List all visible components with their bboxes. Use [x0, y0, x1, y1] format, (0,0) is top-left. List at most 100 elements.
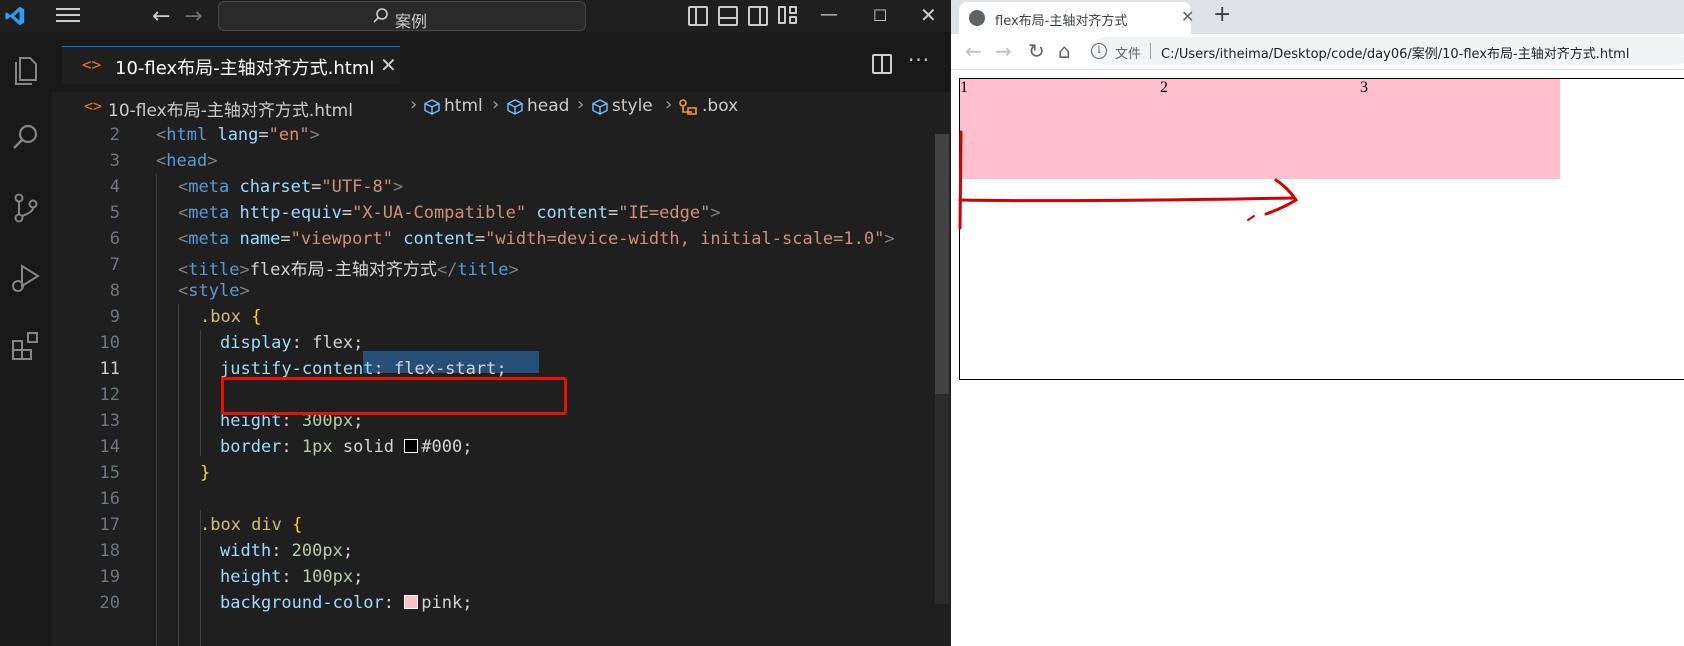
cube-icon — [424, 99, 440, 115]
code-line: 19 height: 100px; — [52, 564, 932, 590]
line-number: 20 — [99, 593, 120, 613]
breadcrumb-head[interactable]: head — [527, 96, 569, 116]
line-number: 2 — [109, 125, 120, 145]
code-line: 10 display: flex; — [52, 330, 932, 356]
code-text: border: 1px solid #000; — [220, 437, 473, 457]
line-number: 8 — [109, 281, 120, 301]
code-line: 7 <title>flex布局-主轴对齐方式</title> — [52, 252, 932, 280]
scheme-label: 文件 — [1115, 47, 1142, 62]
flex-container: 1 2 3 — [959, 78, 1684, 380]
menu-icon[interactable] — [56, 8, 80, 24]
url-text: C:/Users/itheima/Desktop/code/day06/案例/1… — [1161, 47, 1630, 62]
toggle-panel-icon[interactable] — [718, 6, 738, 26]
vscode-logo-icon[interactable] — [4, 5, 26, 27]
breadcrumb-file[interactable]: 10-flex布局-主轴对齐方式.html — [108, 96, 353, 121]
split-editor-icon[interactable] — [872, 54, 892, 74]
command-center-search[interactable]: 案例 — [218, 1, 586, 31]
browser-tab-strip: flex布局-主轴对齐方式 ✕ + — [951, 0, 1684, 34]
code-line: 20 background-color: pink; — [52, 590, 932, 616]
search-view-icon[interactable] — [8, 120, 44, 156]
code-text: display: flex; — [220, 333, 364, 353]
line-number: 16 — [99, 489, 120, 509]
source-control-icon[interactable] — [8, 190, 44, 226]
new-tab-icon[interactable]: + — [1213, 2, 1231, 27]
forward-arrow-icon[interactable]: → — [995, 39, 1012, 63]
close-tab-icon[interactable]: ✕ — [380, 53, 397, 77]
chevron-right-icon: › — [410, 94, 418, 115]
address-bar[interactable]: i 文件 C:/Users/itheima/Desktop/code/day06… — [1091, 37, 1684, 65]
line-number: 9 — [109, 307, 120, 327]
search-icon — [373, 8, 388, 23]
close-tab-icon[interactable]: ✕ — [1181, 7, 1194, 26]
layout-controls — [688, 6, 798, 26]
chevron-right-icon: › — [492, 94, 500, 115]
tab-active-file[interactable]: <> 10-flex布局-主轴对齐方式.html ✕ — [62, 46, 400, 84]
code-text: width: 200px; — [220, 541, 354, 561]
more-actions-icon[interactable]: ··· — [908, 48, 930, 72]
flex-item: 2 — [1160, 79, 1360, 179]
flex-item: 1 — [960, 79, 1160, 179]
line-number: 13 — [99, 411, 120, 431]
forward-arrow-icon[interactable]: → — [184, 4, 202, 29]
browser-window: flex布局-主轴对齐方式 ✕ + ← → ↻ ⌂ i 文件 C:/Users/… — [951, 0, 1684, 646]
close-window-icon[interactable]: ✕ — [920, 3, 937, 27]
code-text: <html lang="en"> — [156, 125, 320, 145]
globe-icon — [969, 10, 985, 26]
line-number: 7 — [109, 255, 120, 275]
browser-tab-active[interactable]: flex布局-主轴对齐方式 ✕ — [959, 2, 1194, 34]
code-line: 5 <meta http-equiv="X-UA-Compatible" con… — [52, 200, 932, 226]
info-icon[interactable]: i — [1091, 43, 1107, 59]
browser-toolbar: ← → ↻ ⌂ i 文件 C:/Users/itheima/Desktop/co… — [951, 34, 1684, 70]
back-arrow-icon[interactable]: ← — [965, 39, 982, 63]
breadcrumb-html[interactable]: html — [444, 96, 483, 116]
code-line: 16 — [52, 486, 932, 512]
html-file-icon: <> — [82, 55, 102, 74]
code-line: 8 <style> — [52, 278, 932, 304]
command-center-text: 案例 — [395, 12, 428, 31]
extensions-icon[interactable] — [8, 328, 44, 364]
line-number: 18 — [99, 541, 120, 561]
line-number: 10 — [99, 333, 120, 353]
code-text: } — [200, 463, 211, 483]
line-number: 3 — [109, 151, 120, 171]
activity-bar — [0, 32, 52, 646]
cube-icon — [592, 99, 608, 115]
home-icon[interactable]: ⌂ — [1058, 39, 1071, 63]
vscode-window: ← → 案例 — ☐ ✕ <> 10-flex布局-主轴对齐方式.html ✕ … — [0, 0, 951, 646]
code-text: .box div { — [200, 515, 303, 535]
reload-icon[interactable]: ↻ — [1028, 39, 1045, 63]
run-debug-icon[interactable] — [8, 260, 44, 296]
tab-label: 10-flex布局-主轴对齐方式.html — [115, 58, 375, 79]
line-number: 19 — [99, 567, 120, 587]
breadcrumb: <> 10-flex布局-主轴对齐方式.html › html › head ›… — [52, 92, 951, 122]
toggle-secondary-sidebar-icon[interactable] — [748, 6, 768, 26]
back-arrow-icon[interactable]: ← — [152, 4, 170, 29]
code-text: justify-content: flex-start; — [220, 359, 507, 379]
customize-layout-icon[interactable] — [778, 6, 798, 26]
breadcrumb-style[interactable]: style — [612, 96, 653, 116]
color-swatch-icon[interactable] — [404, 595, 419, 609]
breadcrumb-selector[interactable]: .box — [702, 96, 738, 116]
color-swatch-icon[interactable] — [404, 439, 419, 453]
editor-tab-bar: <> 10-flex布局-主轴对齐方式.html ✕ ··· — [52, 32, 951, 98]
code-text: <meta charset="UTF-8"> — [178, 177, 404, 197]
code-text: <head> — [156, 151, 218, 171]
code-line: 4 <meta charset="UTF-8"> — [52, 174, 932, 200]
code-line: 18 width: 200px; — [52, 538, 932, 564]
maximize-icon[interactable]: ☐ — [873, 6, 887, 25]
code-line: 2 <html lang="en"> — [52, 122, 932, 148]
scrollbar-thumb[interactable] — [935, 134, 949, 394]
code-text: height: 100px; — [220, 567, 364, 587]
explorer-icon[interactable] — [8, 52, 44, 88]
chevron-right-icon: › — [577, 94, 585, 115]
code-text: background-color: pink; — [220, 593, 473, 613]
page-viewport: 1 2 3 — [951, 70, 1684, 646]
screen: ← → 案例 — ☐ ✕ <> 10-flex布局-主轴对齐方式.html ✕ … — [0, 0, 1684, 646]
toggle-primary-sidebar-icon[interactable] — [688, 6, 708, 26]
line-number: 6 — [109, 229, 120, 249]
line-number: 12 — [99, 385, 120, 405]
line-number: 5 — [109, 203, 120, 223]
code-line: 9 .box { — [52, 304, 932, 330]
code-text: <meta name="viewport" content="width=dev… — [178, 229, 895, 249]
minimize-icon[interactable]: — — [820, 4, 838, 25]
